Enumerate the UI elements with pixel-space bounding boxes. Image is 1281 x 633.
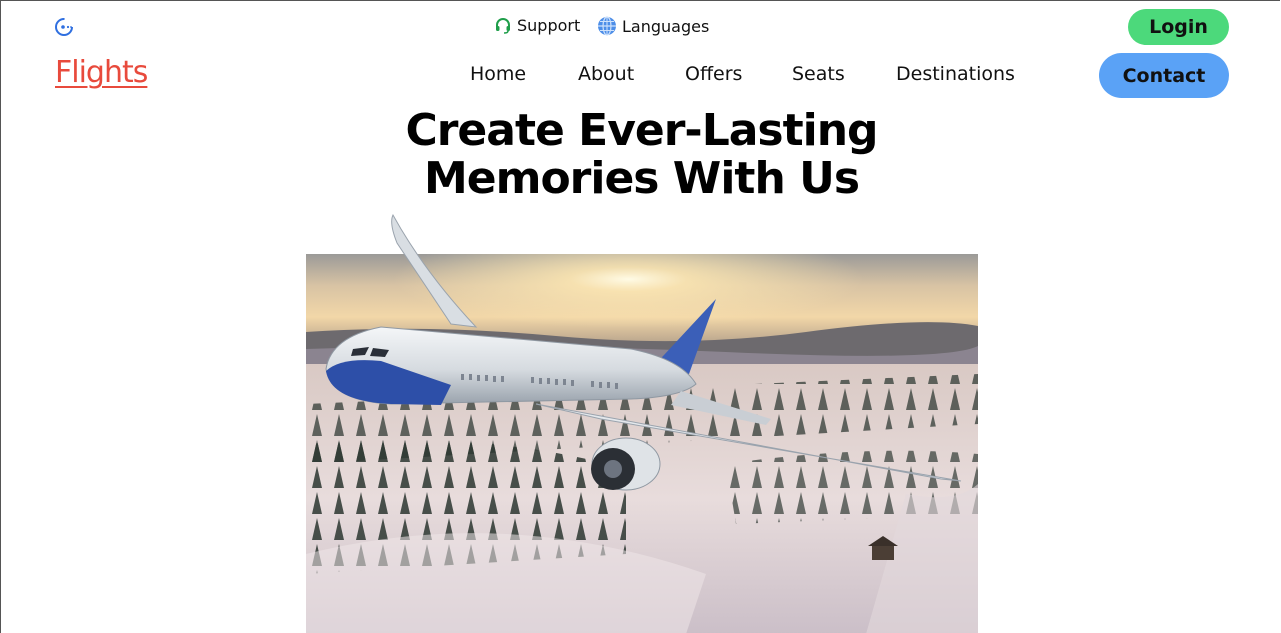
hero-title-line2: Memories With Us	[423, 153, 860, 204]
nav-item-offers[interactable]: Offers	[685, 63, 742, 85]
languages-link[interactable]: Languages	[597, 16, 709, 36]
nav-item-home[interactable]: Home	[470, 63, 526, 85]
main-nav: Home About Offers Seats Destinations	[1, 63, 1280, 91]
support-label: Support	[517, 16, 581, 35]
airplane-image	[325, 213, 962, 491]
page: Support Languages Login Flights Home Abo…	[0, 0, 1280, 633]
nav-item-about[interactable]: About	[578, 63, 634, 85]
support-link[interactable]: Support	[494, 16, 580, 35]
languages-label: Languages	[622, 16, 710, 36]
globe-icon	[598, 16, 616, 36]
headset-icon	[496, 17, 510, 34]
hero-title-line1: Create Ever-Lasting	[405, 105, 878, 156]
hero-title: Create Ever-Lasting Memories With Us	[1, 107, 1280, 203]
nav-item-destinations[interactable]: Destinations	[896, 63, 1015, 85]
contact-button[interactable]: Contact	[1099, 53, 1229, 98]
loader-dots-icon	[55, 18, 73, 36]
nav-item-seats[interactable]: Seats	[792, 63, 845, 85]
login-button[interactable]: Login	[1128, 9, 1229, 45]
